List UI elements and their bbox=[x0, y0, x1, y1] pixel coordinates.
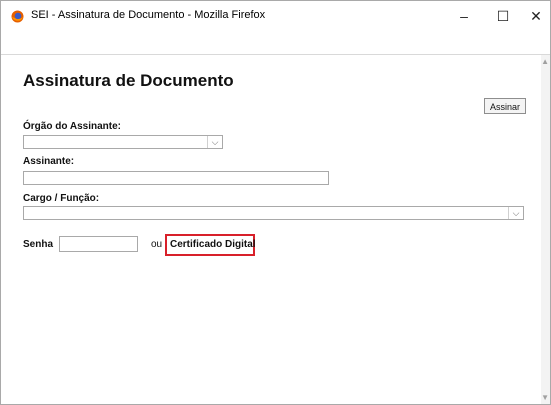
cargo-label: Cargo / Função: bbox=[23, 193, 100, 204]
orgao-label: Órgão do Assinante: bbox=[23, 121, 121, 132]
chevron-down-icon: ⌵ bbox=[207, 136, 222, 148]
orgao-select[interactable]: ⌵ bbox=[23, 135, 223, 149]
firefox-icon bbox=[11, 10, 24, 23]
toolbar-area bbox=[1, 31, 550, 55]
page-title: Assinatura de Documento bbox=[23, 71, 234, 90]
senha-input[interactable] bbox=[59, 236, 138, 252]
assinante-label: Assinante: bbox=[23, 156, 75, 167]
certificado-digital-link[interactable]: Certificado Digital bbox=[170, 239, 256, 250]
page-content bbox=[1, 55, 541, 404]
assinar-label: Assinar bbox=[489, 102, 520, 112]
assinante-input[interactable] bbox=[23, 171, 329, 185]
maximize-button[interactable]: ☐ bbox=[493, 7, 513, 25]
senha-label: Senha bbox=[23, 239, 54, 250]
scroll-down-icon[interactable]: ▼ bbox=[541, 393, 549, 402]
scroll-up-icon[interactable]: ▲ bbox=[541, 57, 549, 66]
minimize-button[interactable]: – bbox=[454, 7, 474, 25]
assinar-button[interactable]: Assinar bbox=[484, 98, 526, 114]
window-title: SEI - Assinatura de Documento - Mozilla … bbox=[31, 9, 266, 21]
close-button[interactable]: ✕ bbox=[526, 7, 546, 25]
vertical-scrollbar[interactable] bbox=[541, 55, 550, 404]
title-bar: SEI - Assinatura de Documento - Mozilla … bbox=[1, 1, 550, 31]
cargo-select[interactable]: ⌵ bbox=[23, 206, 524, 220]
ou-text: ou bbox=[151, 239, 163, 250]
browser-window: SEI - Assinatura de Documento - Mozilla … bbox=[0, 0, 551, 405]
chevron-down-icon: ⌵ bbox=[508, 207, 523, 219]
